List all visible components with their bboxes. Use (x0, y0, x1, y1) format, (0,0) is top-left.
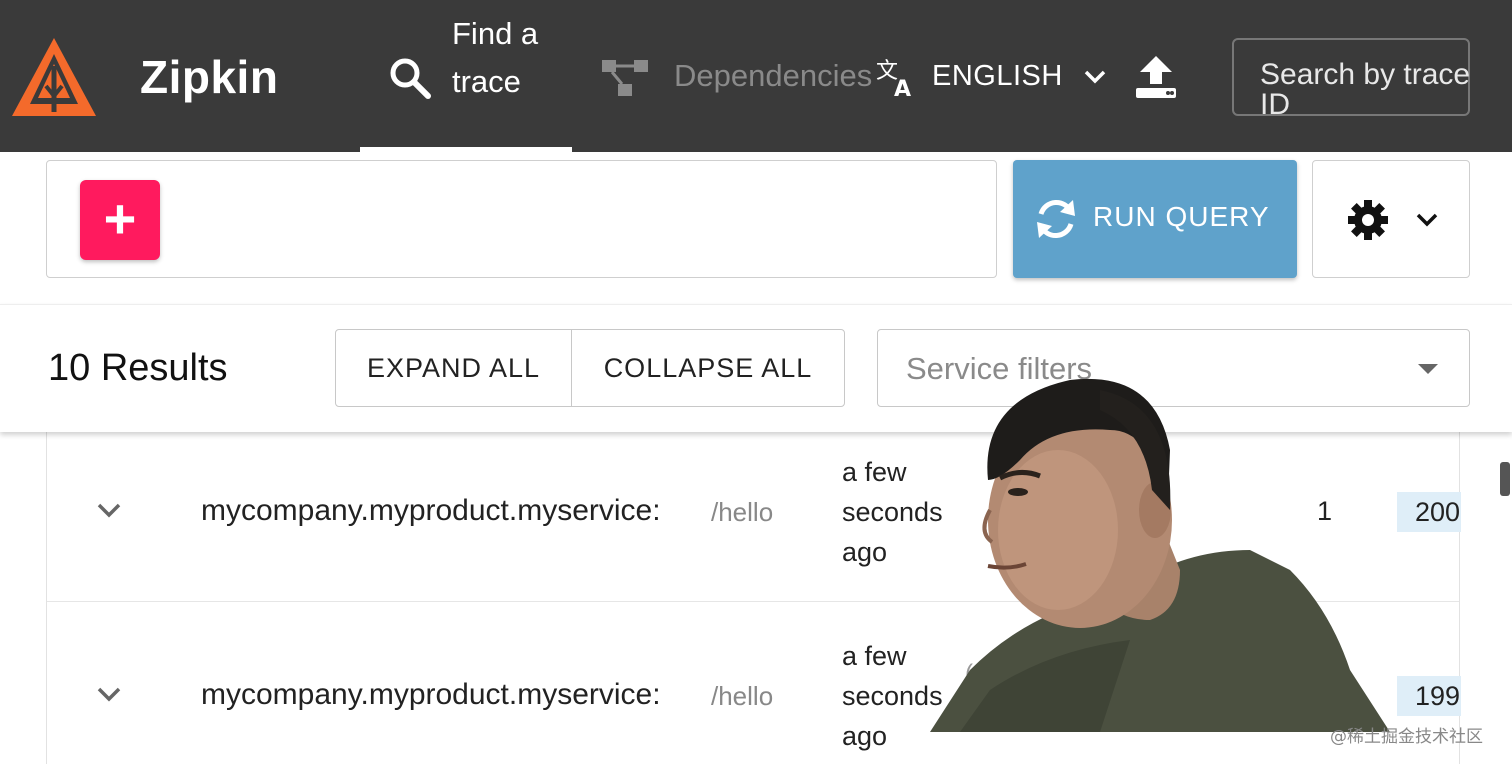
app-title: Zipkin (140, 51, 279, 103)
run-query-button[interactable]: RUN QUERY (1013, 160, 1297, 278)
active-tab-indicator (360, 147, 572, 152)
expand-row-chevron-icon[interactable] (95, 496, 123, 524)
trace-id-search-field[interactable]: Search by trace ID (1232, 38, 1470, 120)
trace-duration: 199 (1397, 676, 1461, 716)
trace-duration: 200 (1397, 492, 1461, 532)
gear-icon (1348, 200, 1388, 240)
language-label: ENGLISH (932, 60, 1063, 92)
expand-collapse-group: EXPAND ALL COLLAPSE ALL (335, 329, 845, 407)
trace-service-name: mycompany.myproduct.myservice: (201, 494, 661, 527)
trace-service-name: mycompany.myproduct.myservice: (201, 678, 661, 711)
watermark: @稀土掘金技术社区 (1330, 727, 1483, 747)
search-icon (390, 58, 431, 99)
refresh-icon (1037, 200, 1075, 238)
expand-all-button[interactable]: EXPAND ALL (336, 330, 572, 406)
settings-button[interactable] (1312, 160, 1470, 278)
collapse-all-button[interactable]: COLLAPSE ALL (572, 330, 844, 406)
tab-find-a-trace-label: Find a trace (452, 16, 539, 99)
add-criteria-button[interactable]: + (80, 180, 160, 260)
zipkin-logo-icon[interactable] (10, 36, 98, 120)
app-header: Zipkin Find a trace Dependencies 文 A ENG… (0, 0, 1512, 152)
scrollbar[interactable] (1500, 462, 1510, 496)
run-query-label: RUN QUERY (1093, 201, 1270, 232)
translate-icon: 文 A (876, 59, 911, 98)
dropdown-arrow-icon (1418, 364, 1438, 374)
tab-find-a-trace[interactable]: Find a trace (360, 0, 572, 152)
svg-text:A: A (894, 77, 911, 98)
trace-id-placeholder: Search by trace ID (1260, 58, 1471, 121)
upload-icon[interactable] (1134, 54, 1178, 100)
trace-path: /hello (711, 497, 774, 527)
results-count: 10 Results (48, 347, 228, 389)
tab-dependencies-label: Dependencies (674, 58, 873, 93)
dependencies-icon (602, 60, 648, 96)
expand-row-chevron-icon[interactable] (95, 680, 123, 708)
query-criteria-box[interactable] (46, 160, 997, 278)
webcam-overlay-image (930, 378, 1390, 732)
chevron-down-icon (1416, 213, 1438, 227)
chevron-down-icon (1084, 70, 1106, 84)
trace-path: /hello (711, 681, 774, 711)
